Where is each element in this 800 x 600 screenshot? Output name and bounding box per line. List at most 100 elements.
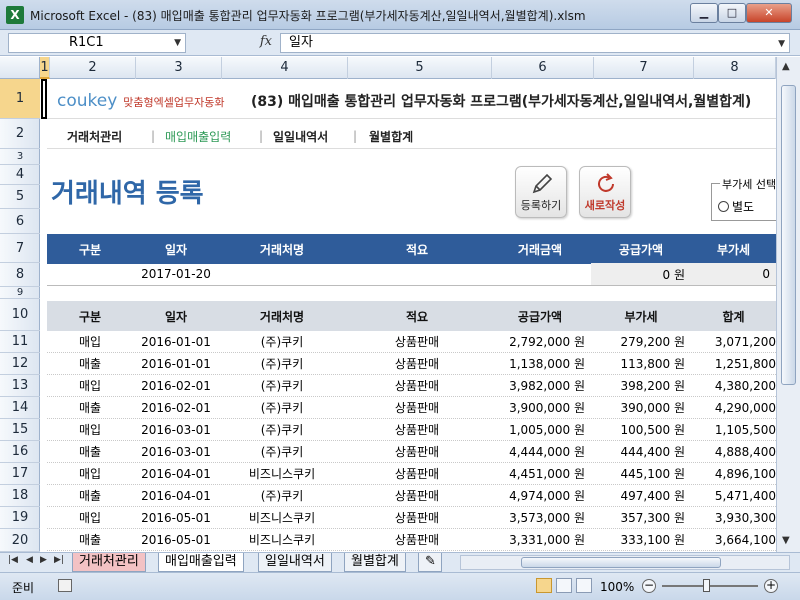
customer-cell[interactable]: (주)쿠키 (219, 397, 345, 418)
memo-cell[interactable]: 상품판매 (345, 529, 489, 550)
prev-sheet-icon[interactable]: ◀ (26, 555, 33, 565)
vat-cell[interactable]: 333,100 원 (591, 529, 691, 550)
date-cell[interactable]: 2016-02-01 (133, 397, 219, 418)
type-cell[interactable]: 매출 (47, 485, 133, 506)
supply-cell[interactable]: 1,005,000 원 (489, 419, 591, 440)
table-row[interactable]: 매출 2016-04-01 (주)쿠키 상품판매 4,974,000 원 497… (47, 485, 776, 507)
row-header[interactable]: 12 (0, 353, 40, 375)
row-header[interactable]: 7 (0, 234, 40, 263)
customer-cell[interactable]: 비즈니스쿠키 (219, 463, 345, 484)
type-cell[interactable]: 매출 (47, 397, 133, 418)
row-header[interactable]: 3 (0, 149, 40, 165)
table-row[interactable]: 매입 2016-01-01 (주)쿠키 상품판매 2,792,000 원 279… (47, 331, 776, 353)
next-sheet-icon[interactable]: ▶ (40, 555, 47, 565)
date-cell[interactable]: 2016-05-01 (133, 529, 219, 550)
table-row[interactable]: 매출 2016-03-01 (주)쿠키 상품판매 4,444,000 원 444… (47, 441, 776, 463)
vertical-scroll-thumb[interactable] (781, 85, 796, 385)
row-header[interactable]: 8 (0, 263, 40, 287)
customer-cell[interactable]: (주)쿠키 (219, 331, 345, 352)
nav-purchase-sales-entry[interactable]: 매입매출입력 (165, 128, 231, 145)
customer-cell[interactable]: (주)쿠키 (219, 485, 345, 506)
total-cell[interactable]: 5,471,400 (691, 485, 776, 506)
nav-customer-management[interactable]: 거래처관리 (67, 128, 122, 145)
last-sheet-icon[interactable]: ▶| (54, 555, 64, 565)
first-sheet-icon[interactable]: |◀ (8, 555, 18, 565)
row-header[interactable]: 11 (0, 331, 40, 353)
type-cell[interactable]: 매입 (47, 331, 133, 352)
date-cell[interactable]: 2016-03-01 (133, 441, 219, 462)
memo-cell[interactable]: 상품판매 (345, 397, 489, 418)
entry-supply-cell[interactable]: 0 원 (591, 263, 691, 285)
close-button[interactable]: ✕ (746, 3, 792, 23)
total-cell[interactable]: 4,896,100 (691, 463, 776, 484)
formula-input[interactable]: 일자 ▼ (280, 33, 790, 53)
vat-cell[interactable]: 497,400 원 (591, 485, 691, 506)
supply-cell[interactable]: 4,974,000 원 (489, 485, 591, 506)
table-row[interactable]: 매입 2016-02-01 (주)쿠키 상품판매 3,982,000 원 398… (47, 375, 776, 397)
column-header[interactable]: 2 (50, 57, 136, 79)
page-break-view-icon[interactable] (576, 578, 592, 593)
table-row[interactable]: 매출 2016-05-01 비즈니스쿠키 상품판매 3,331,000 원 33… (47, 529, 776, 551)
row-header[interactable]: 14 (0, 397, 40, 419)
chevron-down-icon[interactable]: ▼ (174, 34, 181, 52)
type-cell[interactable]: 매입 (47, 375, 133, 396)
vertical-scrollbar[interactable]: ▲ ▼ (776, 57, 800, 552)
table-row[interactable]: 매입 2016-03-01 (주)쿠키 상품판매 1,005,000 원 100… (47, 419, 776, 441)
vat-cell[interactable]: 398,200 원 (591, 375, 691, 396)
memo-cell[interactable]: 상품판매 (345, 463, 489, 484)
normal-view-icon[interactable] (536, 578, 552, 593)
maximize-button[interactable]: □ (718, 3, 746, 23)
customer-cell[interactable]: 비즈니스쿠키 (219, 507, 345, 528)
type-cell[interactable]: 매입 (47, 419, 133, 440)
horizontal-scroll-thumb[interactable] (521, 557, 721, 568)
vat-cell[interactable]: 279,200 원 (591, 331, 691, 352)
supply-cell[interactable]: 1,138,000 원 (489, 353, 591, 374)
macro-record-icon[interactable] (58, 579, 72, 592)
zoom-in-icon[interactable]: + (764, 579, 778, 593)
new-entry-button[interactable]: 새로작성 (579, 166, 631, 218)
total-cell[interactable]: 3,071,200 (691, 331, 776, 352)
total-cell[interactable]: 3,930,300 (691, 507, 776, 528)
supply-cell[interactable]: 4,444,000 원 (489, 441, 591, 462)
column-header[interactable]: 5 (348, 57, 492, 79)
nav-daily-statement[interactable]: 일일내역서 (273, 128, 328, 145)
zoom-level[interactable]: 100% (600, 580, 634, 594)
vat-cell[interactable]: 390,000 원 (591, 397, 691, 418)
column-header[interactable]: 4 (222, 57, 348, 79)
zoom-slider-thumb[interactable] (703, 579, 710, 592)
vat-cell[interactable]: 100,500 원 (591, 419, 691, 440)
supply-cell[interactable]: 2,792,000 원 (489, 331, 591, 352)
supply-cell[interactable]: 4,451,000 원 (489, 463, 591, 484)
date-cell[interactable]: 2016-04-01 (133, 485, 219, 506)
vat-cell[interactable]: 444,400 원 (591, 441, 691, 462)
date-cell[interactable]: 2016-03-01 (133, 419, 219, 440)
row-header[interactable]: 10 (0, 299, 40, 331)
horizontal-scrollbar[interactable] (460, 555, 790, 570)
table-row[interactable]: 매출 2016-01-01 (주)쿠키 상품판매 1,138,000 원 113… (47, 353, 776, 375)
type-cell[interactable]: 매출 (47, 441, 133, 462)
memo-cell[interactable]: 상품판매 (345, 507, 489, 528)
type-cell[interactable]: 매입 (47, 463, 133, 484)
row-header[interactable]: 13 (0, 375, 40, 397)
supply-cell[interactable]: 3,331,000 원 (489, 529, 591, 550)
memo-cell[interactable]: 상품판매 (345, 353, 489, 374)
register-button[interactable]: 등록하기 (515, 166, 567, 218)
scroll-down-icon[interactable]: ▼ (782, 535, 790, 546)
date-cell[interactable]: 2016-01-01 (133, 331, 219, 352)
vat-cell[interactable]: 357,300 원 (591, 507, 691, 528)
date-cell[interactable]: 2016-05-01 (133, 507, 219, 528)
worksheet[interactable]: coukey 맞춤형엑셀업무자동화 (83) 매입매출 통합관리 업무자동화 프로… (41, 79, 776, 552)
date-cell[interactable]: 2016-01-01 (133, 353, 219, 374)
customer-cell[interactable]: (주)쿠키 (219, 353, 345, 374)
sheet-tab-monthly[interactable]: 월별합계 (344, 553, 406, 572)
entry-input-row[interactable]: 2017-01-20 0 원 0 (47, 263, 776, 286)
row-header[interactable]: 1 (0, 79, 40, 119)
row-header[interactable]: 5 (0, 185, 40, 209)
row-header[interactable]: 9 (0, 287, 40, 299)
sheet-tab-customers[interactable]: 거래처관리 (72, 553, 146, 572)
date-cell[interactable]: 2016-04-01 (133, 463, 219, 484)
sheet-tab-daily[interactable]: 일일내역서 (258, 553, 332, 572)
vat-cell[interactable]: 113,800 원 (591, 353, 691, 374)
sheet-tab-entry[interactable]: 매입매출입력 (158, 553, 244, 572)
table-row[interactable]: 매출 2016-02-01 (주)쿠키 상품판매 3,900,000 원 390… (47, 397, 776, 419)
